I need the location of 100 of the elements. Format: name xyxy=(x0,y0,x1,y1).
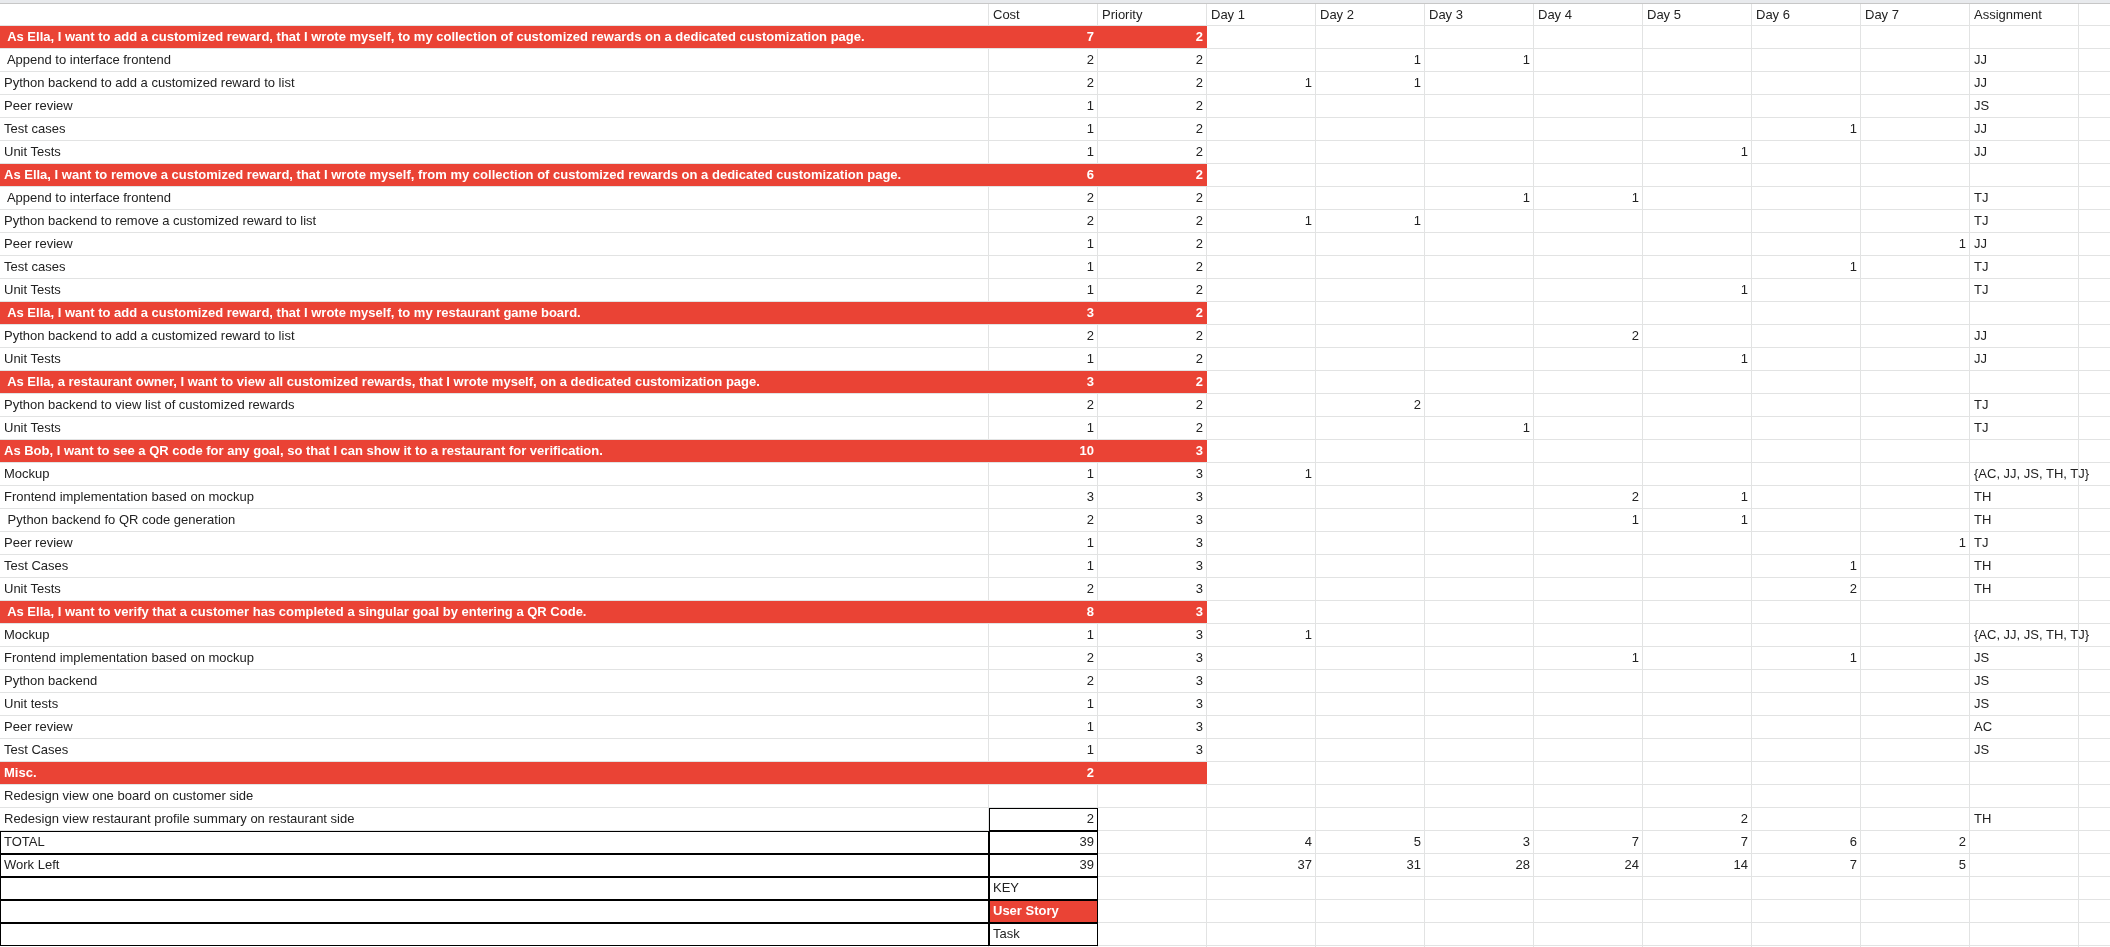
table-cell-text: 3 xyxy=(1194,465,1204,483)
table-cell-text: Frontend implementation based on mockup xyxy=(3,488,256,506)
table-cell: 39 xyxy=(989,831,1098,854)
table-cell-text: JS xyxy=(1973,695,1991,713)
table-cell: Work Left xyxy=(0,854,989,877)
table-cell: 2 xyxy=(1098,26,1207,48)
table-cell-text: JS xyxy=(1973,741,1991,759)
table-cell-text: Mockup xyxy=(3,626,51,644)
table-cell-text: 2 xyxy=(1194,258,1204,276)
table-cell-text: Python backend to view list of customized rewards xyxy=(3,396,296,414)
column-header: Day 4 xyxy=(1537,6,1573,24)
table-cell-text: Frontend implementation based on mockup xyxy=(3,649,256,667)
table-cell-text: 1 xyxy=(1085,258,1095,276)
table-cell-text: Test cases xyxy=(3,258,67,276)
table-cell-text: 1 xyxy=(1085,465,1095,483)
table-cell-text: Mockup xyxy=(3,465,51,483)
table-cell-text: Peer review xyxy=(3,97,74,115)
table-cell-text: 2 xyxy=(1739,810,1749,828)
table-cell: 2 xyxy=(1098,164,1207,186)
table-cell-text: 3 xyxy=(1194,695,1204,713)
table-cell-text: Append to interface frontend xyxy=(5,51,172,69)
table-cell-text: 3 xyxy=(1194,488,1204,506)
table-cell-text: 2 xyxy=(1194,327,1204,345)
table-cell-text: Redesign view one board on customer side xyxy=(3,787,255,805)
table-cell-text: 1 xyxy=(1303,465,1313,483)
table-cell-text: 2 xyxy=(1085,396,1095,414)
column-header: Day 1 xyxy=(1210,6,1246,24)
table-cell-text: 3 xyxy=(1194,580,1204,598)
table-cell-text: 1 xyxy=(1848,557,1858,575)
column-header: Day 6 xyxy=(1755,6,1791,24)
table-cell-text: 37 xyxy=(1296,856,1313,874)
table-cell-text: 2 xyxy=(1630,488,1640,506)
table-cell-text: 1 xyxy=(1848,649,1858,667)
table-cell-text: 1 xyxy=(1412,51,1422,69)
column-header: Cost xyxy=(992,6,1021,24)
table-cell-text: 1 xyxy=(1085,718,1095,736)
table-cell-text: Test Cases xyxy=(3,741,70,759)
table-cell-text: JJ xyxy=(1973,120,1988,138)
table-cell: 39 xyxy=(989,854,1098,877)
table-cell-text: TH xyxy=(1973,580,1993,598)
table-cell-text: 1 xyxy=(1085,419,1095,437)
table-cell-text: 2 xyxy=(1194,51,1204,69)
table-cell-text: JS xyxy=(1973,649,1991,667)
table-cell-text: 2 xyxy=(1848,580,1858,598)
table-cell: KEY xyxy=(989,877,1098,900)
table-cell-text: Peer review xyxy=(3,235,74,253)
table-cell-text: 3 xyxy=(1194,511,1204,529)
table-cell-text: TJ xyxy=(1973,396,1990,414)
column-header: Day 3 xyxy=(1428,6,1464,24)
table-cell-text: 2 xyxy=(1085,511,1095,529)
table-cell-text: Redesign view restaurant profile summary on restaurant side xyxy=(3,810,356,828)
user-story-cell: As Ella, I want to add a customized reward, that I wrote myself, to my restaurant game board. xyxy=(0,302,989,324)
table-cell-text: 2 xyxy=(1194,189,1204,207)
table-cell-text: 1 xyxy=(1085,534,1095,552)
table-cell-text: Test Cases xyxy=(3,557,70,575)
user-story-cell: As Ella, I want to add a customized reward, that I wrote myself, to my collection of customized rewards on a dedicated customization page. xyxy=(0,26,989,48)
table-cell-text: 3 xyxy=(1194,672,1204,690)
table-cell: 2 xyxy=(989,808,1098,831)
table-cell-text: 1 xyxy=(1085,120,1095,138)
table-cell-text: 1 xyxy=(1521,189,1531,207)
table-cell-text: 2 xyxy=(1085,327,1095,345)
table-cell-text: Unit Tests xyxy=(3,580,62,598)
table-cell-text: Python backend xyxy=(3,672,99,690)
table-cell: 3 xyxy=(1098,440,1207,462)
table-cell-text: 24 xyxy=(1623,856,1640,874)
table-cell-text: 3 xyxy=(1194,557,1204,575)
table-cell-text: 2 xyxy=(1085,580,1095,598)
table-cell-text: 1 xyxy=(1085,143,1095,161)
table-cell-text: Unit Tests xyxy=(3,350,62,368)
table-cell-text: 4 xyxy=(1303,833,1313,851)
table-cell-text: {AC, JJ, JS, TH, TJ} xyxy=(1973,626,2091,644)
table-cell-text: Peer review xyxy=(3,534,74,552)
table-cell-text: 2 xyxy=(1194,143,1204,161)
table-cell: 2 xyxy=(989,762,1098,784)
user-story-cell: As Ella, I want to remove a customized reward, that I wrote myself, from my collection of customized rewards on a dedicated customization page. xyxy=(0,164,989,186)
table-cell-text: 1 xyxy=(1739,143,1749,161)
table-cell-text: 2 xyxy=(1957,833,1967,851)
user-story-cell: As Ella, I want to verify that a customer has completed a singular goal by entering a QR Code. xyxy=(0,601,989,623)
table-cell-text: TJ xyxy=(1973,189,1990,207)
table-cell: Task xyxy=(989,923,1098,946)
column-header: Day 5 xyxy=(1646,6,1682,24)
table-cell-text: 3 xyxy=(1194,626,1204,644)
table-cell-text: 2 xyxy=(1194,396,1204,414)
table-cell-text: 1 xyxy=(1630,511,1640,529)
table-cell-text: 1 xyxy=(1521,419,1531,437)
table-cell-text: 2 xyxy=(1085,189,1095,207)
table-cell-text: TH xyxy=(1973,488,1993,506)
table-cell-text: JJ xyxy=(1973,235,1988,253)
table-cell-text: 1 xyxy=(1085,626,1095,644)
table-cell-text: 2 xyxy=(1194,419,1204,437)
table-cell-text: 1 xyxy=(1630,649,1640,667)
table-cell-text: 3 xyxy=(1521,833,1531,851)
table-cell-text: 3 xyxy=(1194,534,1204,552)
column-header: Day 7 xyxy=(1864,6,1900,24)
table-cell-text: TJ xyxy=(1973,258,1990,276)
table-cell-text: Peer review xyxy=(3,718,74,736)
table-cell-text: Test cases xyxy=(3,120,67,138)
table-cell-text: Unit Tests xyxy=(3,281,62,299)
table-cell-text: 1 xyxy=(1303,626,1313,644)
table-cell-text: JJ xyxy=(1973,51,1988,69)
